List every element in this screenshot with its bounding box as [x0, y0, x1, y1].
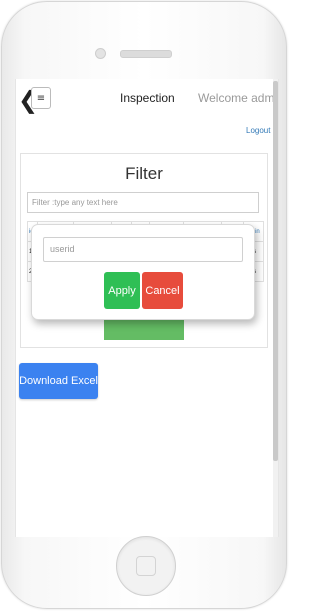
download-excel-button[interactable]: Download Excel [19, 363, 98, 399]
welcome-text: Welcome admin [198, 91, 279, 105]
scrollbar[interactable] [273, 79, 278, 537]
apply-button[interactable]: Apply [104, 272, 140, 309]
logout-link[interactable]: Logout [246, 126, 270, 135]
camera-icon [95, 48, 106, 59]
hamburger-icon: ≡ [36, 92, 46, 104]
userid-popup: userid Apply Cancel [31, 224, 255, 320]
home-button[interactable] [116, 536, 176, 596]
cancel-button[interactable]: Cancel [142, 272, 183, 309]
speaker-icon [120, 50, 172, 58]
app-screen: ❮ ≡ Inspection Welcome admin Logout Filt… [15, 79, 279, 537]
userid-input[interactable]: userid [43, 237, 243, 262]
phone-frame: ❮ ≡ Inspection Welcome admin Logout Filt… [1, 1, 287, 609]
filter-input[interactable]: Filter :type any text here [27, 192, 259, 213]
scrollbar-thumb[interactable] [273, 81, 278, 461]
page-title: Inspection [120, 91, 175, 105]
menu-button[interactable]: ≡ [31, 87, 51, 109]
filter-heading: Filter [125, 164, 163, 183]
